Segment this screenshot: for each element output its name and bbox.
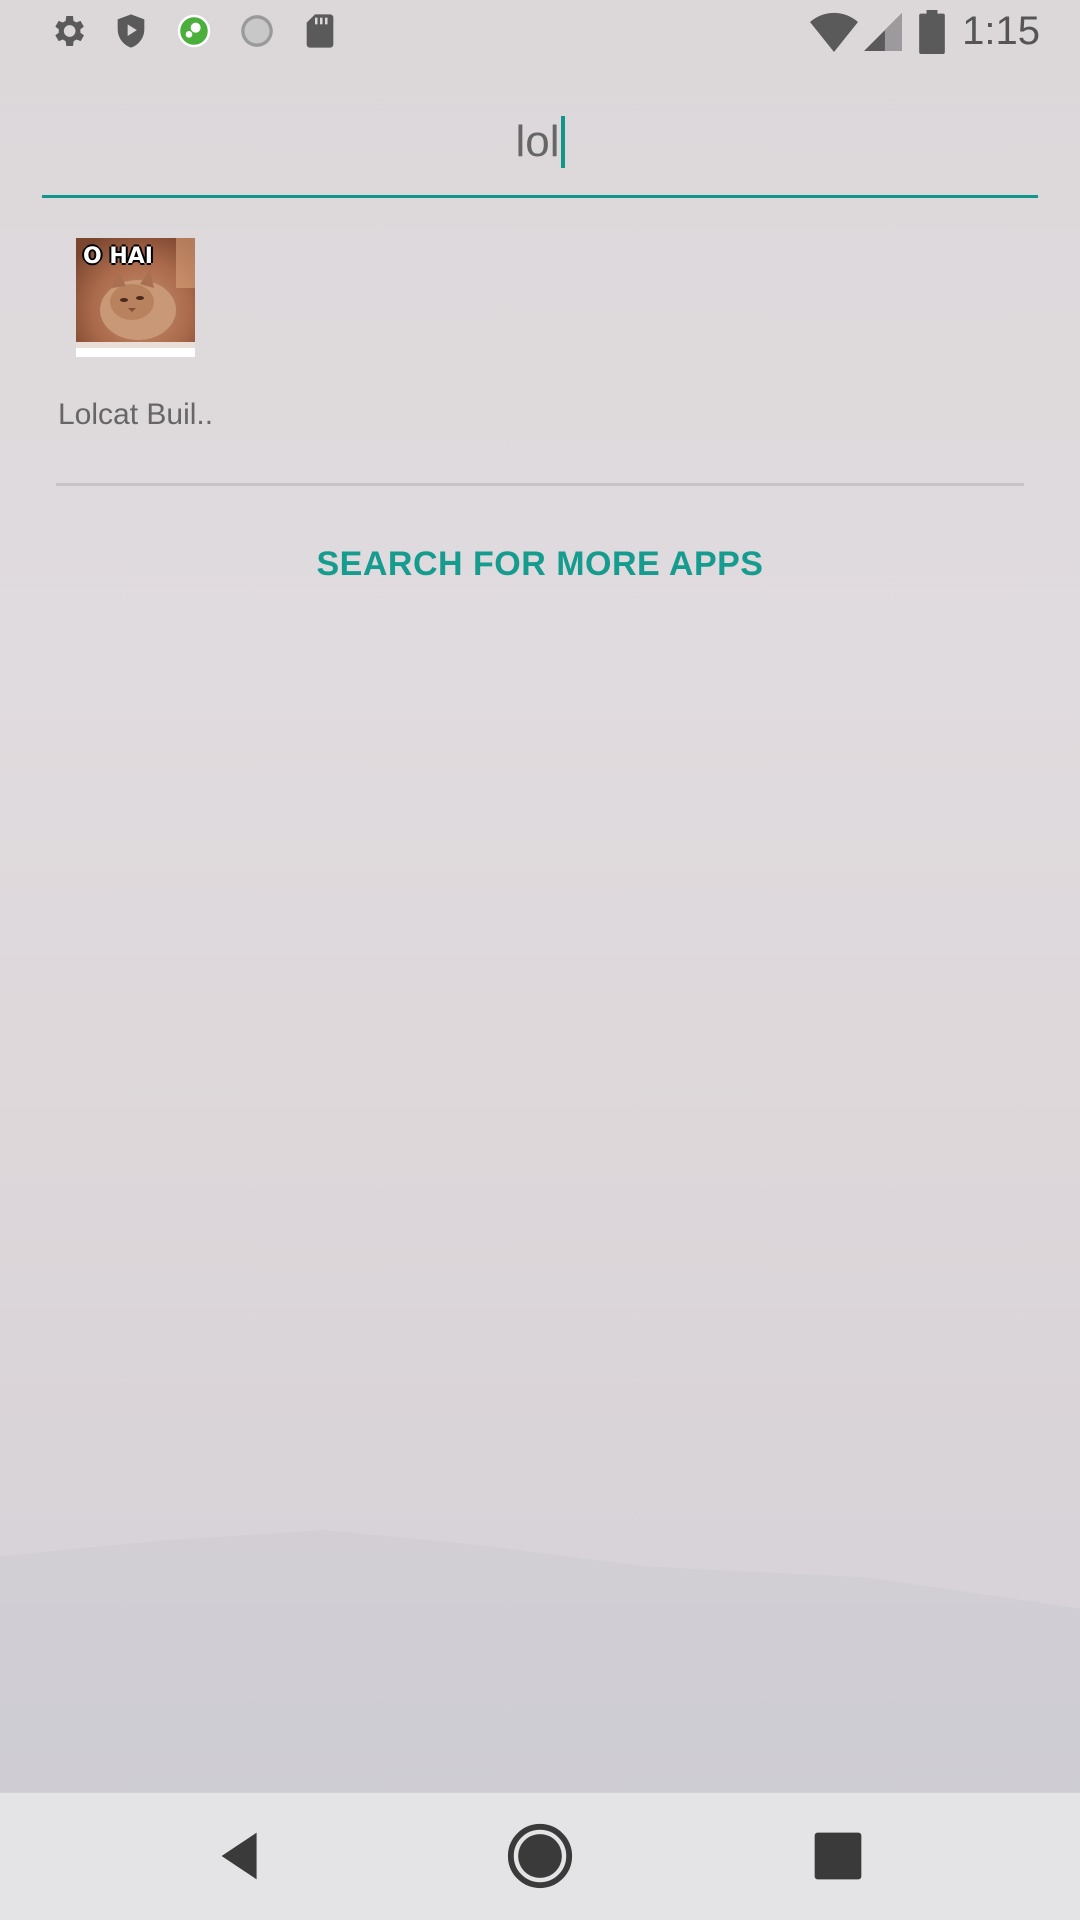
back-icon[interactable] <box>207 1821 277 1891</box>
green-app-icon <box>177 14 211 48</box>
lolcat-app-icon: O HAI <box>76 238 195 357</box>
sync-circle-icon <box>241 15 273 47</box>
app-result-item[interactable]: O HAI Lolcat Buil.. <box>44 228 244 448</box>
wallpaper-hill <box>0 1530 1080 1792</box>
icon-caption: O HAI <box>83 244 153 269</box>
battery-icon <box>919 10 945 54</box>
home-icon[interactable] <box>505 1821 575 1891</box>
status-bar: 1:15 <box>0 0 1080 63</box>
wifi-icon <box>810 12 858 52</box>
settings-icon <box>55 16 84 46</box>
clock: 1:15 <box>962 9 1040 53</box>
recents-icon[interactable] <box>803 1821 873 1891</box>
shield-icon <box>117 14 145 48</box>
search-input[interactable]: lol <box>42 90 1038 194</box>
sd-card-icon <box>306 14 334 48</box>
search-more-apps-button[interactable]: SEARCH FOR MORE APPS <box>0 545 1080 584</box>
text-cursor <box>560 116 565 168</box>
search-underline <box>42 195 1038 198</box>
search-field[interactable]: lol <box>42 90 1038 200</box>
search-query: lol <box>515 117 560 166</box>
app-label: Lolcat Buil.. <box>58 398 214 431</box>
signal-icon <box>864 13 902 51</box>
results-divider <box>56 483 1024 486</box>
navigation-bar <box>0 1793 1080 1920</box>
